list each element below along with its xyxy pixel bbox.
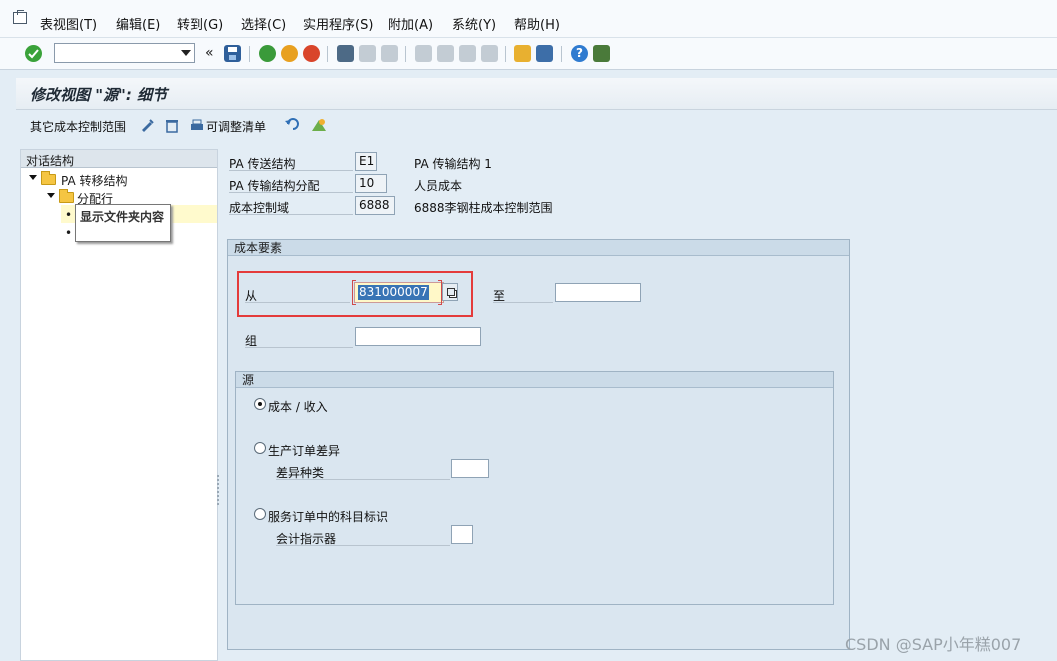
folder-icon — [59, 189, 74, 203]
accounting-indicator-input[interactable] — [451, 525, 473, 544]
cancel-icon[interactable] — [303, 45, 320, 62]
source-title: 源 — [236, 372, 833, 388]
menu-edit[interactable]: 编辑(E) — [116, 14, 160, 33]
toolbar-separator — [327, 46, 328, 62]
from-cost-element-value: 831000007 — [358, 285, 429, 300]
cost-elements-title: 成本要素 — [228, 240, 849, 256]
print-list-icon[interactable] — [189, 117, 205, 133]
watermark: CSDN @SAP小年糕007 — [845, 635, 1022, 654]
label-underline — [245, 347, 353, 348]
tooltip: 显示文件夹内容 — [75, 204, 171, 242]
dialog-structure-panel: 对话结构 PA 转移结构 分配行 • • 显示文件夹内容 — [20, 149, 218, 661]
value-help-icon[interactable] — [442, 283, 458, 301]
transport-icon[interactable] — [310, 116, 328, 134]
screen-title-bar: 修改视图 "源": 细节 — [16, 78, 1057, 110]
menu-help[interactable]: 帮助(H) — [514, 14, 560, 33]
menu-table-view[interactable]: 表视图(T) — [40, 14, 97, 33]
toolbar-separator — [405, 46, 406, 62]
menu-system[interactable]: 系统(Y) — [452, 14, 496, 33]
shortcut-icon[interactable] — [536, 45, 553, 62]
radio-cost-revenue-label[interactable]: 成本 / 收入 — [268, 398, 328, 415]
delete-icon[interactable] — [164, 117, 180, 133]
undo-icon[interactable] — [284, 116, 302, 132]
menu-selection[interactable]: 选择(C) — [241, 14, 286, 33]
label-underline — [229, 170, 353, 171]
adjustable-list-button[interactable]: 可调整清单 — [206, 118, 266, 135]
previous-page-icon[interactable] — [437, 45, 454, 62]
cost-element-group-input[interactable] — [355, 327, 481, 346]
create-session-icon[interactable] — [514, 45, 531, 62]
toolbar-separator — [249, 46, 250, 62]
chevron-down-icon[interactable] — [181, 50, 191, 56]
tree-bullet[interactable]: • — [65, 208, 72, 222]
controlling-area-desc: 6888李钢柱成本控制范围 — [414, 201, 553, 215]
folder-icon — [41, 171, 56, 185]
structure-assignment-field: 10 — [355, 174, 387, 193]
expand-triangle-icon[interactable] — [47, 193, 55, 198]
radio-cost-revenue[interactable] — [254, 398, 266, 410]
menu-bar: 表视图(T) 编辑(E) 转到(G) 选择(C) 实用程序(S) 附加(A) 系… — [0, 0, 1057, 38]
dialog-structure-header: 对话结构 — [21, 150, 217, 168]
back-icon[interactable] — [259, 45, 276, 62]
print-icon[interactable] — [337, 45, 354, 62]
structure-assignment-desc: 人员成本 — [414, 179, 463, 193]
standard-toolbar: « ? — [0, 38, 1057, 70]
save-icon[interactable] — [224, 45, 241, 62]
enter-check-icon[interactable] — [25, 45, 42, 62]
command-field[interactable] — [54, 43, 195, 63]
menu-goto[interactable]: 转到(G) — [177, 14, 223, 33]
radio-production-variance-label[interactable]: 生产订单差异 — [268, 442, 340, 459]
radio-service-order[interactable] — [254, 508, 266, 520]
from-cost-element-input[interactable]: 831000007 — [354, 282, 444, 303]
input-focus-bracket — [352, 280, 356, 305]
menu-extras[interactable]: 附加(A) — [388, 14, 433, 33]
label-underline — [229, 192, 353, 193]
panel-splitter[interactable] — [217, 475, 221, 505]
controlling-area-field: 6888 — [355, 196, 395, 215]
collapse-command-icon[interactable]: « — [205, 45, 214, 61]
label-underline — [276, 479, 450, 480]
transfer-structure-field: E1 — [355, 152, 377, 171]
tree-bullet[interactable]: • — [65, 226, 72, 240]
page-title: 修改视图 "源": 细节 — [30, 86, 168, 104]
tree-item-root[interactable]: PA 转移结构 — [61, 172, 128, 189]
layout-settings-icon[interactable] — [593, 45, 610, 62]
toolbar-separator — [561, 46, 562, 62]
label-underline — [493, 302, 553, 303]
find-next-icon[interactable] — [381, 45, 398, 62]
transfer-structure-desc: PA 传输结构 1 — [414, 157, 492, 171]
label-underline — [229, 214, 353, 215]
next-page-icon[interactable] — [459, 45, 476, 62]
variance-category-input[interactable] — [451, 459, 489, 478]
find-icon[interactable] — [359, 45, 376, 62]
label-underline — [276, 545, 450, 546]
first-page-icon[interactable] — [415, 45, 432, 62]
menu-window-icon[interactable] — [13, 10, 27, 24]
radio-service-order-label[interactable]: 服务订单中的科目标识 — [268, 508, 388, 525]
radio-production-variance[interactable] — [254, 442, 266, 454]
expand-triangle-icon[interactable] — [29, 175, 37, 180]
menu-utilities[interactable]: 实用程序(S) — [303, 14, 373, 33]
display-change-icon[interactable] — [140, 117, 156, 133]
to-cost-element-input[interactable] — [555, 283, 641, 302]
last-page-icon[interactable] — [481, 45, 498, 62]
label-underline — [245, 302, 350, 303]
toolbar-separator — [505, 46, 506, 62]
other-control-area-button[interactable]: 其它成本控制范围 — [30, 118, 126, 135]
application-toolbar: 其它成本控制范围 可调整清单 — [16, 110, 1057, 140]
exit-icon[interactable] — [281, 45, 298, 62]
help-icon[interactable]: ? — [571, 45, 588, 62]
